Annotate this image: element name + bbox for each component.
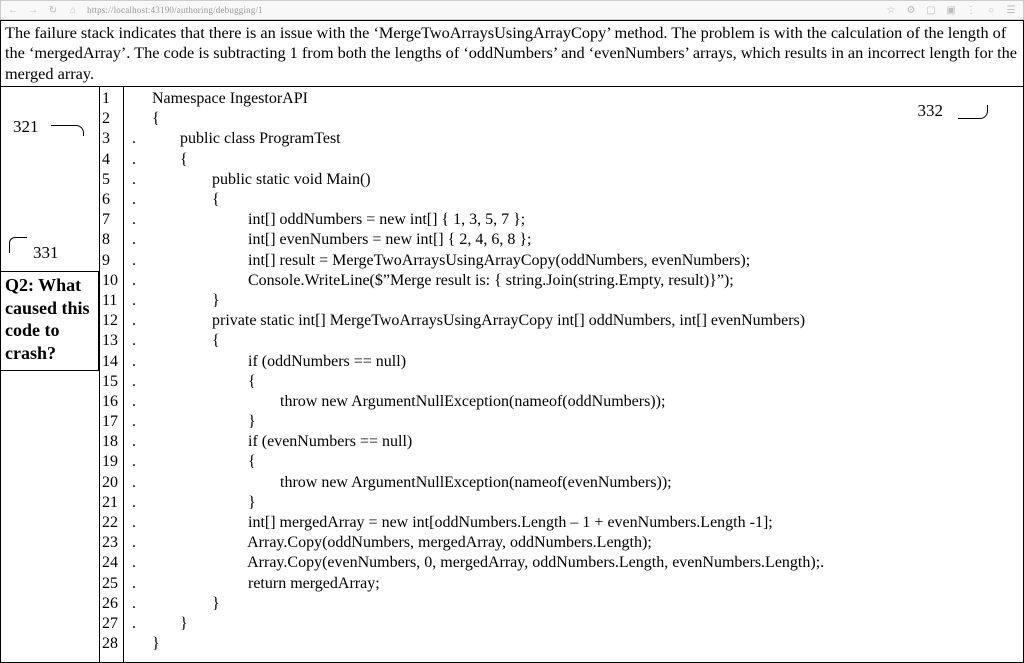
line-number: 8 — [102, 230, 121, 250]
main-frame: The failure stack indicates that there i… — [0, 20, 1024, 663]
line-number: 9 — [102, 251, 121, 271]
code-line: Namespace IngestorAPI — [124, 89, 1023, 109]
line-number: 7 — [102, 210, 121, 230]
code-line: . if (evenNumbers == null) — [124, 432, 1023, 452]
tool-icon-2[interactable]: ▢ — [925, 4, 937, 16]
refresh-icon[interactable]: ↻ — [47, 4, 59, 16]
line-number: 14 — [102, 352, 121, 372]
code-line: . { — [124, 150, 1023, 170]
browser-toolbar: ← → ↻ ⌂ https://localhost:43190/authorin… — [0, 0, 1024, 20]
menu-icon[interactable]: ☰ — [1005, 4, 1017, 16]
line-number: 11 — [102, 291, 121, 311]
star-icon[interactable]: ☆ — [885, 4, 897, 16]
code-line: . return mergedArray; — [124, 574, 1023, 594]
code-line: . int[] evenNumbers = new int[] { 2, 4, … — [124, 230, 1023, 250]
code-line: { — [124, 109, 1023, 129]
tool-icon-4[interactable]: ⋮ — [965, 4, 977, 16]
line-number: 19 — [102, 452, 121, 472]
line-number: 21 — [102, 493, 121, 513]
code-line: . public static void Main() — [124, 170, 1023, 190]
line-number: 18 — [102, 432, 121, 452]
code-line: . { — [124, 372, 1023, 392]
code-line: . Console.WriteLine($”Merge result is: {… — [124, 271, 1023, 291]
code-line: . } — [124, 594, 1023, 614]
line-number: 28 — [102, 634, 121, 654]
line-number: 2 — [102, 109, 121, 129]
line-number-gutter: 1234567891011121314151617181920212223242… — [100, 87, 124, 662]
line-number: 22 — [102, 513, 121, 533]
line-number: 24 — [102, 553, 121, 573]
code-line: . Array.Copy(evenNumbers, 0, mergedArray… — [124, 553, 1023, 573]
callout-331: 331 — [9, 243, 59, 263]
content-row: 332 321 331 Q2: What caused this code to… — [1, 87, 1023, 662]
line-number: 16 — [102, 392, 121, 412]
line-number: 25 — [102, 574, 121, 594]
code-area: 1234567891011121314151617181920212223242… — [99, 87, 1023, 662]
line-number: 1 — [102, 89, 121, 109]
code-line: . Array.Copy(oddNumbers, mergedArray, od… — [124, 533, 1023, 553]
tool-icon-3[interactable]: ▣ — [945, 4, 957, 16]
code-line: . if (oddNumbers == null) — [124, 352, 1023, 372]
line-number: 17 — [102, 412, 121, 432]
line-number: 27 — [102, 614, 121, 634]
line-number: 10 — [102, 271, 121, 291]
line-number: 5 — [102, 170, 121, 190]
code-line: } — [124, 634, 1023, 654]
callout-332-label: 332 — [918, 101, 944, 120]
question-box: Q2: What caused this code to crash? — [1, 271, 99, 371]
failure-explanation: The failure stack indicates that there i… — [1, 21, 1023, 87]
code-line: . } — [124, 614, 1023, 634]
line-number: 20 — [102, 473, 121, 493]
callout-321: 321 — [13, 117, 39, 137]
code-line: . private static int[] MergeTwoArraysUsi… — [124, 311, 1023, 331]
code-line: . throw new ArgumentNullException(nameof… — [124, 392, 1023, 412]
code-line: . } — [124, 291, 1023, 311]
left-column: 321 331 Q2: What caused this code to cra… — [1, 87, 99, 662]
code-line: . throw new ArgumentNullException(nameof… — [124, 473, 1023, 493]
code-line: . int[] mergedArray = new int[oddNumbers… — [124, 513, 1023, 533]
callout-332: 332 — [918, 101, 944, 121]
line-number: 4 — [102, 150, 121, 170]
code-line: . { — [124, 190, 1023, 210]
code-line: . { — [124, 452, 1023, 472]
home-icon[interactable]: ⌂ — [67, 4, 79, 16]
nav-forward-icon[interactable]: → — [27, 4, 39, 16]
line-number: 15 — [102, 372, 121, 392]
line-number: 12 — [102, 311, 121, 331]
address-bar[interactable]: https://localhost:43190/authoring/debugg… — [87, 5, 263, 15]
code-line: . int[] oddNumbers = new int[] { 1, 3, 5… — [124, 210, 1023, 230]
code-line: . } — [124, 493, 1023, 513]
code-line: . } — [124, 412, 1023, 432]
tool-icon-1[interactable]: ⚙ — [905, 4, 917, 16]
code-line: . { — [124, 331, 1023, 351]
nav-back-icon[interactable]: ← — [7, 4, 19, 16]
line-number: 6 — [102, 190, 121, 210]
code-content: Namespace IngestorAPI { . public class P… — [124, 87, 1023, 662]
code-line: . public class ProgramTest — [124, 129, 1023, 149]
line-number: 13 — [102, 331, 121, 351]
callout-331-label: 331 — [33, 243, 59, 262]
tool-icon-5[interactable]: ○ — [985, 4, 997, 16]
line-number: 26 — [102, 594, 121, 614]
line-number: 3 — [102, 129, 121, 149]
line-number: 23 — [102, 533, 121, 553]
code-line: . int[] result = MergeTwoArraysUsingArra… — [124, 251, 1023, 271]
